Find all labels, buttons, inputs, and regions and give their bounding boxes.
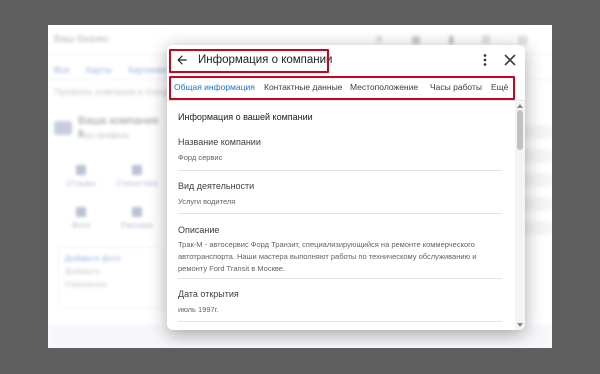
bg-right-column xyxy=(522,115,552,325)
field-value-name[interactable]: Форд сервис xyxy=(178,152,222,164)
bg-photo-box: Добавьте фото Добавить Изменения xyxy=(58,247,163,309)
bg-grid-icon xyxy=(132,207,142,217)
highlight-box-title xyxy=(169,49,329,73)
business-info-dialog: Информация о компании Общая информация К… xyxy=(167,45,525,330)
bg-box-title: Добавьте фото xyxy=(65,254,121,263)
bg-search-text: Ваш бизнес xyxy=(54,34,110,45)
field-label-description: Описание xyxy=(178,225,220,235)
field-label-name: Название компании xyxy=(178,137,261,147)
bg-placeholder xyxy=(522,197,552,211)
field-value-description[interactable]: Трак-М - автосервис Форд Транзит, специа… xyxy=(178,239,498,275)
bg-grid-label: Отзывы xyxy=(66,179,96,188)
bg-grid-cell: Отзывы xyxy=(56,165,106,188)
scroll-down-arrow-icon[interactable] xyxy=(517,323,523,327)
dialog-content: Информация о вашей компании Название ком… xyxy=(167,102,515,330)
bg-placeholder xyxy=(522,149,552,163)
close-icon[interactable] xyxy=(504,54,516,66)
bg-card-sub: Ваш профиль xyxy=(78,131,130,140)
bg-placeholder xyxy=(522,125,552,139)
bg-grid-icon xyxy=(132,165,142,175)
bg-placeholder xyxy=(522,221,552,235)
bg-grid-label: Статистика xyxy=(115,179,158,188)
bg-store-icon xyxy=(54,121,72,135)
scroll-up-arrow-icon[interactable] xyxy=(517,104,523,108)
bg-grid-cell: Статистика xyxy=(112,165,162,188)
bg-box-sub: Изменения xyxy=(65,280,107,289)
highlight-box-tabs xyxy=(169,76,515,100)
bg-tab: Карты xyxy=(86,65,112,75)
more-vert-icon[interactable] xyxy=(479,53,491,67)
bg-placeholder xyxy=(522,173,552,187)
field-value-category[interactable]: Услуги водителя xyxy=(178,196,235,208)
scroll-thumb[interactable] xyxy=(517,110,523,150)
field-divider xyxy=(178,213,502,214)
bg-grid-icon xyxy=(76,165,86,175)
field-label-opening-date: Дата открытия xyxy=(178,289,239,299)
field-divider xyxy=(178,321,502,322)
bg-grid-label: Фото xyxy=(71,221,91,230)
bg-tabs: Все Карты Картинки xyxy=(54,65,180,75)
field-divider xyxy=(178,170,502,171)
field-value-opening-date[interactable]: июль 1997г. xyxy=(178,304,219,316)
field-label-category: Вид деятельности xyxy=(178,181,255,191)
bg-business-card: Ваша компания в Ваш профиль xyxy=(54,111,164,151)
bg-subtitle: Профиль компании в Google xyxy=(54,87,175,97)
bg-grid-icon xyxy=(76,207,86,217)
bg-tab: Картинки xyxy=(128,65,167,75)
bg-grid-label: Реклама xyxy=(120,221,154,230)
bg-grid-cell: Фото xyxy=(56,207,106,230)
bg-box-link: Добавить xyxy=(65,267,101,276)
bg-tab: Все xyxy=(54,65,70,75)
field-divider xyxy=(178,278,502,279)
bg-grid-cell: Реклама xyxy=(112,207,162,230)
section-title: Информация о вашей компании xyxy=(178,112,313,122)
scrollbar[interactable] xyxy=(515,102,525,330)
